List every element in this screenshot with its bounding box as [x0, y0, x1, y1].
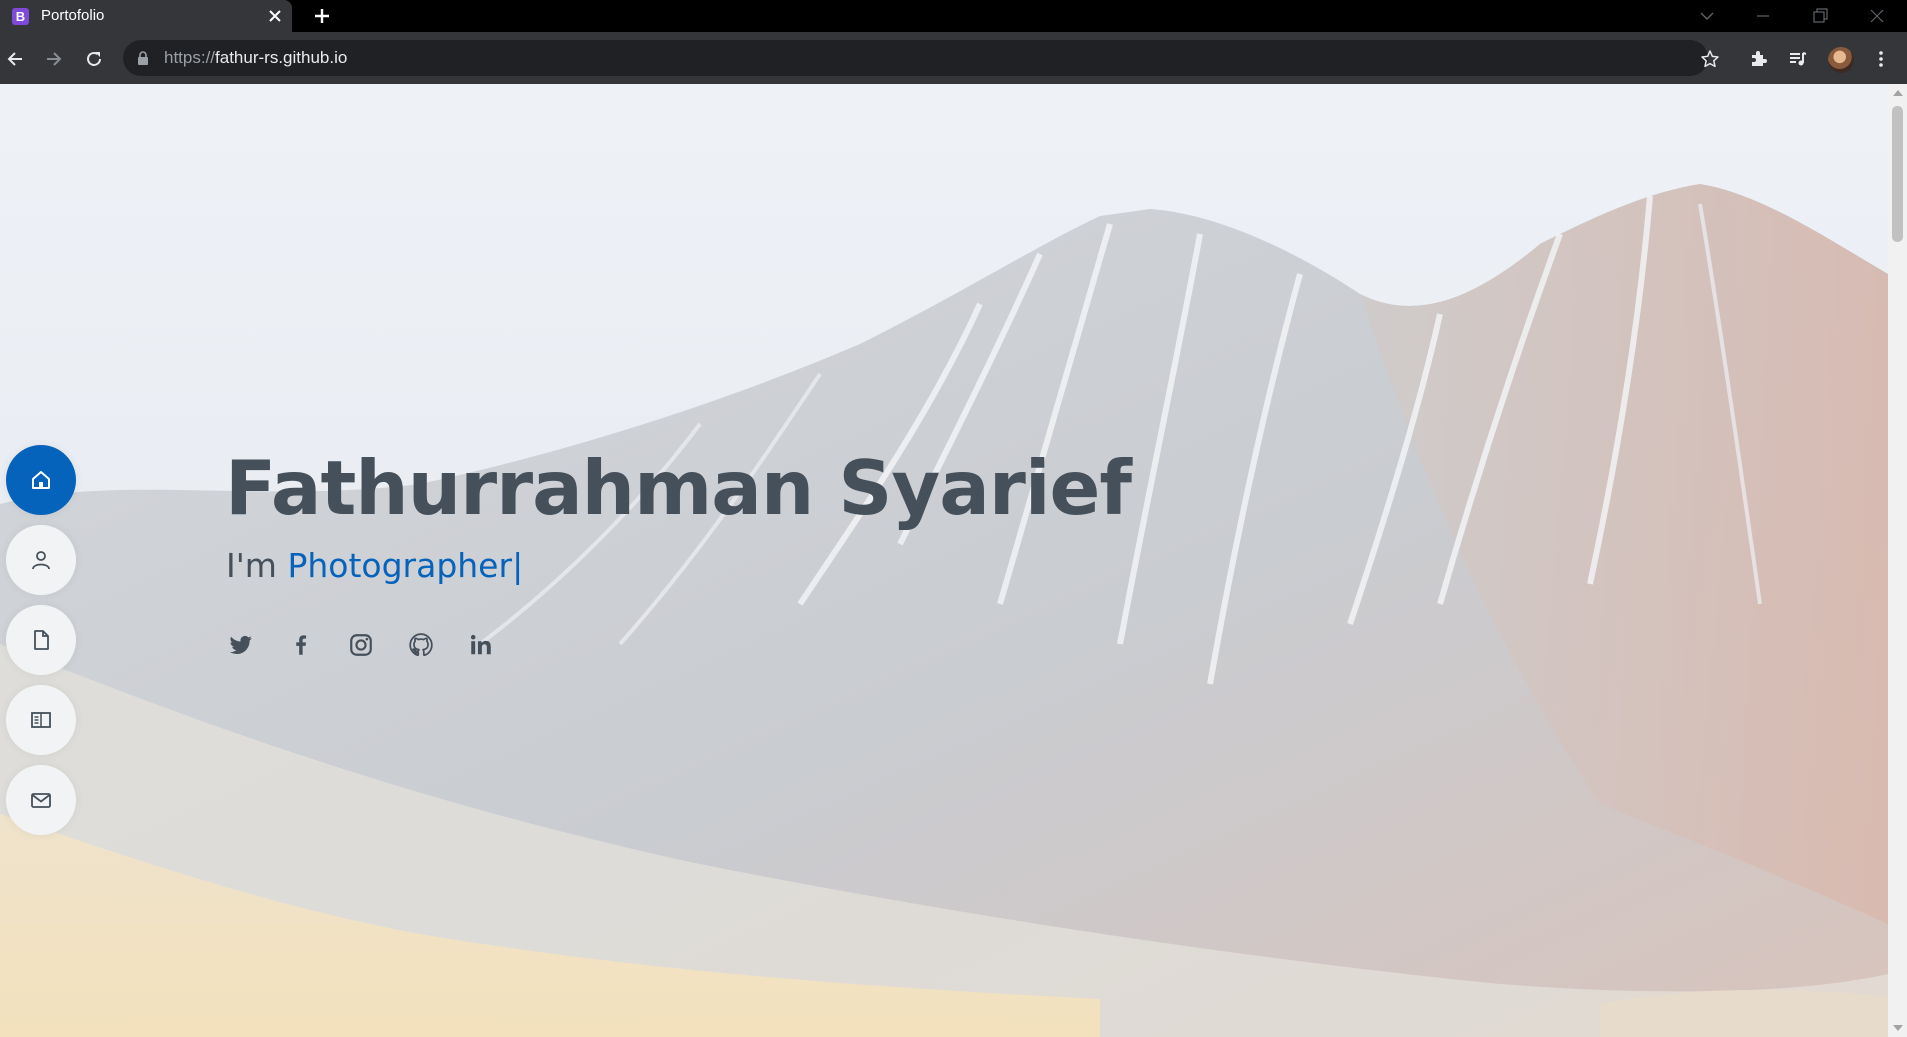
menu-kebab-icon[interactable] [1871, 49, 1891, 69]
nav-about[interactable] [6, 525, 76, 595]
github-icon [409, 633, 433, 657]
typing-cursor: | [512, 546, 524, 585]
close-tab-icon[interactable] [267, 8, 283, 24]
forward-icon[interactable] [44, 49, 64, 69]
home-icon [32, 471, 50, 489]
file-icon [34, 630, 49, 650]
linkedin-icon [470, 634, 491, 655]
back-icon[interactable] [5, 49, 25, 69]
url-scheme: https:// [164, 48, 216, 67]
browser-toolbar: https://fathur-rs.github.io [0, 32, 1907, 84]
linkedin-link[interactable] [468, 632, 494, 658]
new-tab-icon[interactable] [313, 7, 331, 25]
hero-subtitle: I'm Photographer| [226, 546, 523, 585]
facebook-link[interactable] [288, 632, 314, 658]
page-scrollbar[interactable] [1888, 84, 1907, 1037]
reload-icon[interactable] [84, 49, 104, 69]
lock-icon[interactable] [137, 51, 149, 65]
tab-strip: B Portofolio [0, 0, 1907, 32]
scroll-up-arrow-icon[interactable] [1893, 90, 1903, 96]
nav-contact[interactable] [6, 765, 76, 835]
tab-title: Portofolio [41, 7, 105, 24]
extensions-icon[interactable] [1748, 49, 1768, 69]
media-queue-icon[interactable] [1788, 49, 1808, 69]
hero-prefix: I'm [226, 546, 277, 585]
user-icon [32, 551, 50, 570]
hero-role: Photographer [287, 546, 513, 585]
instagram-link[interactable] [348, 632, 374, 658]
nav-resume[interactable] [6, 605, 76, 675]
minimize-icon[interactable] [1753, 6, 1773, 26]
instagram-icon [350, 634, 372, 656]
url-text: https://fathur-rs.github.io [164, 40, 347, 76]
browser-tab[interactable]: B Portofolio [0, 0, 292, 32]
scroll-thumb[interactable] [1892, 106, 1903, 242]
url-host: fathur-rs.github.io [215, 48, 348, 67]
profile-avatar[interactable] [1828, 47, 1854, 73]
facebook-icon [296, 635, 307, 655]
book-icon [31, 712, 51, 728]
nav-portfolio[interactable] [6, 685, 76, 755]
tab-search-icon[interactable] [1697, 6, 1717, 26]
bookmark-star-icon[interactable] [1700, 49, 1720, 69]
restore-icon[interactable] [1810, 6, 1830, 26]
nav-home[interactable] [6, 445, 76, 515]
close-window-icon[interactable] [1867, 6, 1887, 26]
envelope-icon [31, 793, 51, 808]
favicon-icon: B [12, 8, 29, 25]
scroll-down-arrow-icon[interactable] [1893, 1025, 1903, 1031]
hero-name: Fathurrahman Syarief [225, 444, 1132, 532]
address-bar[interactable]: https://fathur-rs.github.io [123, 40, 1708, 76]
twitter-icon [229, 635, 252, 654]
github-link[interactable] [408, 632, 434, 658]
twitter-link[interactable] [228, 632, 254, 658]
